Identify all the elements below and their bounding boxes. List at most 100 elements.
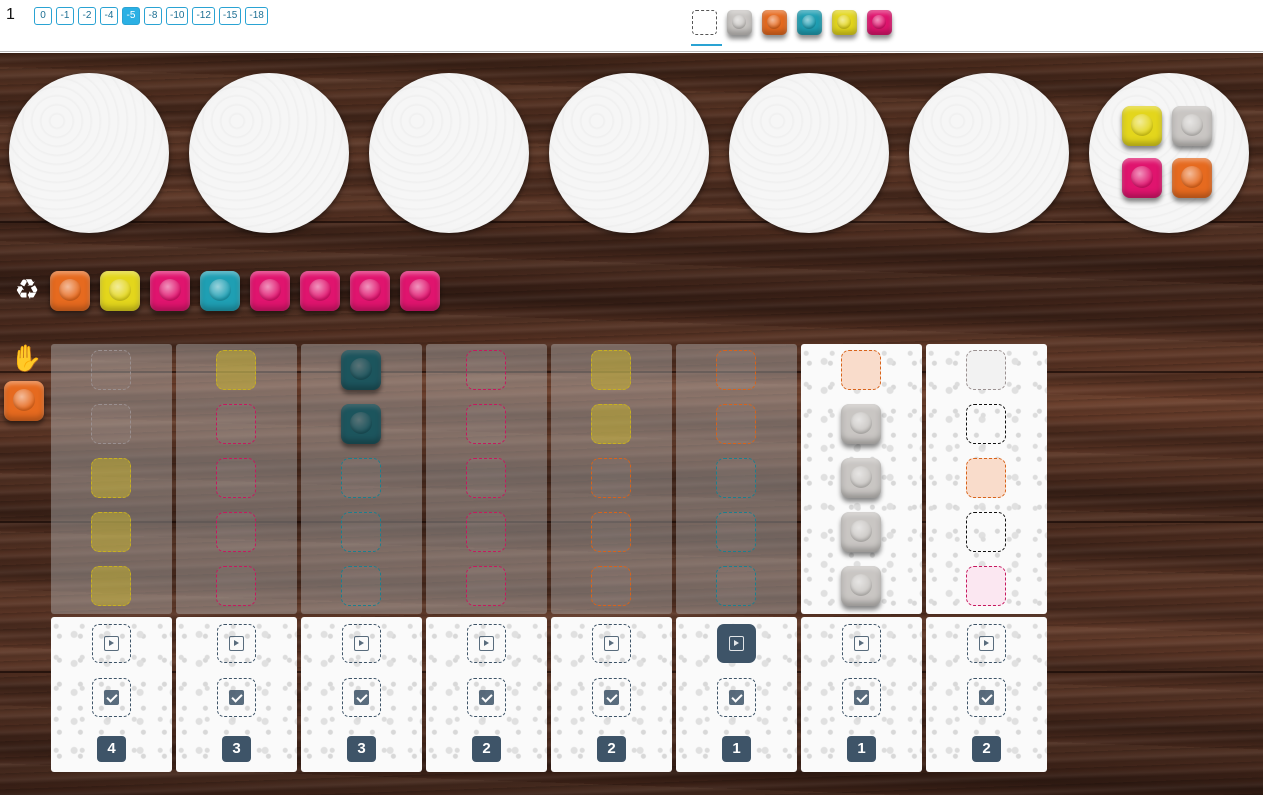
center-tile-pink[interactable] (150, 271, 190, 311)
confirm-button[interactable] (467, 678, 506, 717)
factory-display[interactable] (729, 73, 889, 233)
center-tile-pink[interactable] (300, 271, 340, 311)
center-tile-pink[interactable] (350, 271, 390, 311)
slot-teal[interactable] (716, 512, 756, 552)
hand-tile-orange[interactable] (4, 381, 44, 421)
slot-pink[interactable] (466, 566, 506, 606)
slot-orange[interactable] (591, 566, 631, 606)
slot-yellow[interactable] (91, 566, 131, 606)
confirm-button[interactable] (342, 678, 381, 717)
center-tile-teal[interactable] (200, 271, 240, 311)
confirm-button[interactable] (967, 678, 1006, 717)
center-tile-orange[interactable] (50, 271, 90, 311)
factory-tile-orange[interactable] (1172, 158, 1212, 198)
column-7-controls: 1 (801, 617, 922, 772)
slot-teal[interactable] (716, 566, 756, 606)
slot-grey[interactable] (966, 350, 1006, 390)
slot-teal[interactable] (716, 458, 756, 498)
confirm-button[interactable] (717, 678, 756, 717)
slot-yellow[interactable] (591, 404, 631, 444)
confirm-button[interactable] (217, 678, 256, 717)
slot-pink[interactable] (216, 512, 256, 552)
factory-display[interactable] (189, 73, 349, 233)
play-button[interactable] (592, 624, 631, 663)
slot-yellow[interactable] (91, 458, 131, 498)
slot-orange[interactable] (966, 458, 1006, 498)
score-option[interactable]: -2 (78, 7, 96, 25)
score-option[interactable]: -4 (100, 7, 118, 25)
palette-tile-yellow[interactable] (832, 10, 857, 35)
play-button[interactable] (842, 624, 881, 663)
palette-tile-teal[interactable] (797, 10, 822, 35)
play-button[interactable] (217, 624, 256, 663)
column-7-slots (801, 344, 922, 614)
slot-yellow[interactable] (216, 350, 256, 390)
slot-pink[interactable] (466, 350, 506, 390)
score-option[interactable]: -5 (122, 7, 140, 25)
game-table: ♻ ✋ 4 3 3 2 2 1 1 2 (0, 53, 1263, 795)
factory-tile-yellow[interactable] (1122, 106, 1162, 146)
placed-tile-grey (841, 512, 881, 552)
score-option[interactable]: -18 (245, 7, 268, 25)
column-5-controls: 2 (551, 617, 672, 772)
column-5-slots (551, 344, 672, 614)
slot-orange[interactable] (716, 404, 756, 444)
score-option[interactable]: -10 (166, 7, 189, 25)
play-button[interactable] (467, 624, 506, 663)
factory-display[interactable] (9, 73, 169, 233)
palette-tile-orange[interactable] (762, 10, 787, 35)
play-icon (229, 636, 244, 651)
factory-display[interactable] (549, 73, 709, 233)
factory-display[interactable] (1089, 73, 1249, 233)
column-3-slots (301, 344, 422, 614)
play-button[interactable] (717, 624, 756, 663)
center-tile-pink[interactable] (400, 271, 440, 311)
play-button[interactable] (967, 624, 1006, 663)
slot-yellow[interactable] (591, 350, 631, 390)
slot-pink[interactable] (966, 566, 1006, 606)
top-bar: 1 0 -1 -2 -4 -5 -8 -10 -12 -15 -18 (0, 0, 1263, 52)
slot-grey[interactable] (91, 350, 131, 390)
slot-pink[interactable] (216, 458, 256, 498)
slot-orange[interactable] (716, 350, 756, 390)
slot-grey[interactable] (91, 404, 131, 444)
factory-tile-pink[interactable] (1122, 158, 1162, 198)
score-option[interactable]: -15 (218, 7, 242, 25)
slot-pink[interactable] (466, 404, 506, 444)
center-pool (50, 271, 440, 311)
score-option[interactable]: 0 (34, 7, 52, 25)
slot-orange[interactable] (591, 458, 631, 498)
factory-display[interactable] (909, 73, 1069, 233)
palette-empty-slot[interactable] (691, 10, 722, 46)
factory-display[interactable] (369, 73, 529, 233)
center-tile-yellow[interactable] (100, 271, 140, 311)
slot-black[interactable] (966, 404, 1006, 444)
column-6-controls: 1 (676, 617, 797, 772)
play-button[interactable] (92, 624, 131, 663)
slot-teal[interactable] (341, 458, 381, 498)
hand-tile-slot (4, 381, 44, 421)
factory-tiles (222, 106, 316, 200)
slot-pink[interactable] (466, 512, 506, 552)
score-option[interactable]: -12 (192, 7, 215, 25)
play-button[interactable] (342, 624, 381, 663)
slot-teal[interactable] (341, 512, 381, 552)
slot-pink[interactable] (216, 404, 256, 444)
confirm-button[interactable] (842, 678, 881, 717)
confirm-button[interactable] (592, 678, 631, 717)
slot-pink[interactable] (216, 566, 256, 606)
palette-tile-pink[interactable] (867, 10, 892, 35)
slot-orange[interactable] (591, 512, 631, 552)
slot-pink[interactable] (466, 458, 506, 498)
score-track: 0 -1 -2 -4 -5 -8 -10 -12 -15 -18 (34, 7, 268, 25)
score-option[interactable]: -1 (56, 7, 74, 25)
factory-tile-grey[interactable] (1172, 106, 1212, 146)
slot-black[interactable] (966, 512, 1006, 552)
slot-yellow[interactable] (91, 512, 131, 552)
slot-teal[interactable] (341, 566, 381, 606)
score-option[interactable]: -8 (144, 7, 162, 25)
slot-orange[interactable] (841, 350, 881, 390)
palette-tile-grey[interactable] (727, 10, 752, 35)
center-tile-pink[interactable] (250, 271, 290, 311)
confirm-button[interactable] (92, 678, 131, 717)
